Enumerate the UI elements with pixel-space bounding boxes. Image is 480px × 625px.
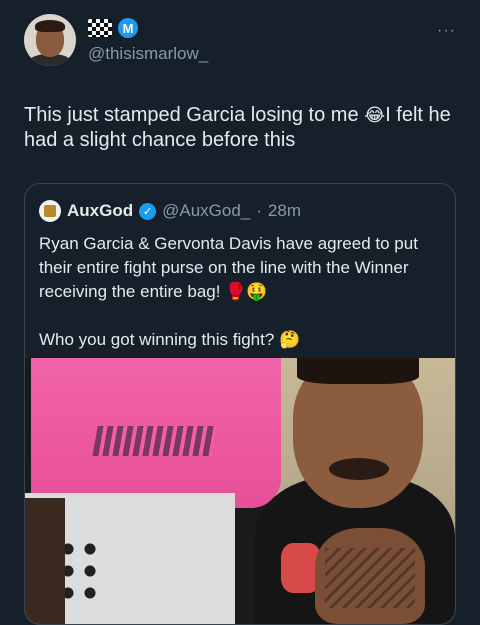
quoted-author-name[interactable]: AuxGod	[67, 201, 133, 221]
quoted-tweet-paragraph-2: Who you got winning this fight? 🤔	[39, 328, 443, 352]
quoted-tweet-time[interactable]: 28m	[268, 201, 301, 221]
m-badge-letter: M	[122, 20, 134, 36]
media-arm	[25, 498, 65, 624]
tweet-text: This just stamped Garcia losing to me 😂I…	[24, 103, 460, 153]
media-man	[255, 358, 455, 624]
quoted-author-handle[interactable]: @AuxGod_	[162, 201, 250, 221]
quoted-tweet-card[interactable]: AuxGod ✓ @AuxGod_ · 28m Ryan Garcia & Ge…	[24, 183, 456, 625]
quoted-text-2: Who you got winning this fight?	[39, 330, 280, 349]
more-options-icon[interactable]: ···	[437, 22, 456, 40]
media-hand-tattoo	[325, 548, 415, 608]
media-man-hair	[297, 358, 419, 384]
author-badges: M	[88, 18, 138, 38]
boxing-money-emoji: 🥊🤑	[225, 282, 268, 301]
media-man-beard	[329, 458, 389, 480]
verified-badge-icon: ✓	[139, 202, 157, 220]
author-avatar[interactable]	[24, 14, 76, 66]
m-badge-icon: M	[118, 18, 138, 38]
quoted-tweet-media[interactable]	[25, 358, 455, 624]
tweet-text-part1: This just stamped Garcia losing to me	[24, 104, 365, 126]
author-handle[interactable]: @thisismarlow_	[88, 44, 208, 64]
laughing-emoji: 😂	[364, 105, 386, 125]
quoted-author-avatar[interactable]	[39, 200, 61, 222]
quoted-tweet-paragraph-1: Ryan Garcia & Gervonta Davis have agreed…	[39, 232, 443, 304]
media-shirt-print	[92, 426, 218, 456]
meta-separator: ·	[256, 201, 262, 220]
thinking-emoji: 🤔	[279, 330, 301, 349]
quoted-tweet-header: AuxGod ✓ @AuxGod_ · 28m	[39, 200, 301, 222]
avatar-hair	[35, 20, 65, 32]
quoted-tweet-text: Ryan Garcia & Gervonta Davis have agreed…	[39, 232, 443, 352]
checkered-flag-icon	[88, 19, 112, 37]
